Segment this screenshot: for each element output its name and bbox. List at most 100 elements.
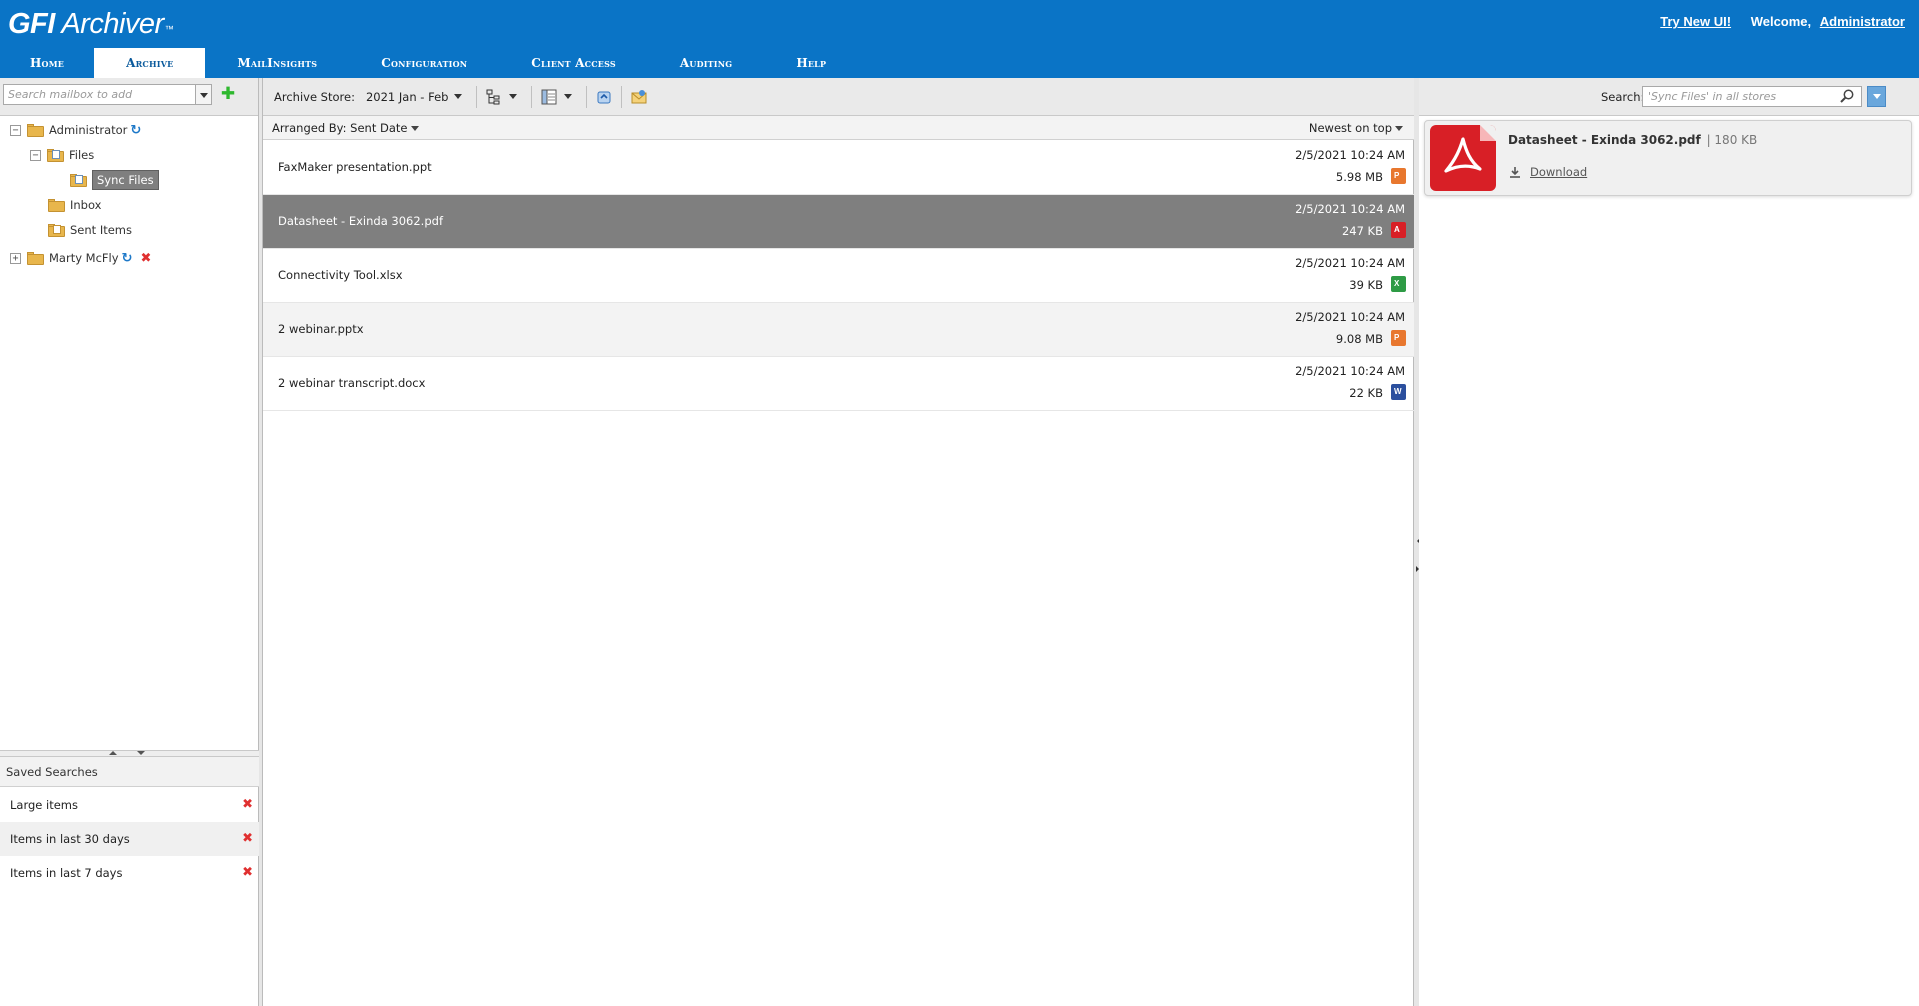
saved-search-item[interactable]: Items in last 7 days ✖ [0, 856, 259, 890]
tree-node-sync-files[interactable]: Sync Files [70, 170, 159, 190]
excel-icon: X [1391, 276, 1406, 292]
refresh-icon[interactable]: ↻ [130, 123, 141, 138]
pane-splitter[interactable] [0, 750, 259, 757]
word-icon: W [1391, 384, 1406, 400]
restore-icon[interactable] [595, 88, 613, 106]
add-mailbox-icon[interactable]: ✚ [220, 84, 236, 104]
chevron-down-icon [410, 126, 419, 135]
tab-help[interactable]: Help [764, 48, 858, 78]
tab-auditing[interactable]: Auditing [648, 48, 764, 78]
layout-dropdown-icon[interactable] [564, 94, 573, 103]
attachment-title: Datasheet - Exinda 3062.pdf | 180 KB [1508, 133, 1758, 147]
delete-icon[interactable]: ✖ [242, 822, 253, 856]
item-name: Datasheet - Exinda 3062.pdf [278, 214, 443, 228]
attachment-card: Datasheet - Exinda 3062.pdf | 180 KB Dow… [1424, 120, 1912, 196]
item-size: 39 KB [1349, 278, 1383, 292]
tree-node-marty[interactable]: + Marty McFly ↻ ✖ [10, 248, 151, 268]
app-header: GFI Archiver™ Try New UI! Welcome, Admin… [0, 0, 1919, 78]
list-item[interactable]: 2 webinar.pptx 2/5/2021 10:24 AM 9.08 MB… [263, 303, 1415, 357]
list-item[interactable]: 2 webinar transcript.docx 2/5/2021 10:24… [263, 357, 1415, 411]
tab-configuration[interactable]: Configuration [349, 48, 499, 78]
tree-label: Marty McFly [49, 251, 119, 265]
tree-node-files[interactable]: − Files [30, 145, 94, 165]
tree-view-icon[interactable] [485, 88, 503, 106]
main-nav: Home Archive MailInsights Configuration … [0, 48, 858, 78]
pdf-icon [1430, 125, 1496, 191]
folder-icon [27, 123, 44, 137]
search-toolbar: Search: 'Sync Files' in all stores [1419, 78, 1919, 116]
tree-label: Sent Items [70, 223, 132, 237]
refresh-icon[interactable]: ↻ [122, 251, 133, 266]
item-name: FaxMaker presentation.ppt [278, 160, 432, 174]
tree-label: Administrator [49, 123, 128, 137]
folder-icon [48, 198, 65, 212]
archive-store-dropdown-icon[interactable] [454, 94, 463, 103]
export-mail-icon[interactable] [630, 88, 648, 106]
sort-order-dropdown[interactable]: Newest on top [1309, 116, 1403, 140]
folder-icon [48, 223, 65, 237]
tree-node-inbox[interactable]: Inbox [48, 195, 101, 215]
tab-mailinsights[interactable]: MailInsights [205, 48, 349, 78]
tab-client-access[interactable]: Client Access [499, 48, 648, 78]
user-area: Try New UI! Welcome, Administrator [1660, 14, 1905, 29]
tree-view-dropdown-icon[interactable] [509, 94, 518, 103]
item-date: 2/5/2021 10:24 AM [1295, 148, 1405, 162]
chevron-down-icon [1395, 126, 1403, 135]
tree-node-administrator[interactable]: − Administrator ↻ [10, 120, 141, 140]
expand-icon[interactable]: + [10, 252, 21, 264]
mailbox-search-bar: Search mailbox to add ✚ [0, 78, 258, 116]
collapse-icon[interactable]: − [10, 124, 21, 136]
item-name: 2 webinar transcript.docx [278, 376, 426, 390]
item-size: 247 KB [1341, 224, 1383, 238]
list-item[interactable]: Datasheet - Exinda 3062.pdf 2/5/2021 10:… [263, 195, 1415, 249]
item-size: 22 KB [1349, 386, 1383, 400]
ppt-icon: P [1391, 330, 1406, 346]
collapse-icon[interactable]: − [30, 149, 41, 161]
remove-mailbox-icon[interactable]: ✖ [140, 251, 151, 266]
try-new-ui-link[interactable]: Try New UI! [1660, 14, 1731, 29]
item-size: 5.98 MB [1335, 170, 1383, 184]
pdf-icon: A [1391, 222, 1406, 238]
item-name: 2 webinar.pptx [278, 322, 364, 336]
layout-icon[interactable] [540, 88, 558, 106]
search-label: Search: [1601, 90, 1645, 104]
tree-label: Files [69, 148, 95, 162]
tree-label: Sync Files [92, 170, 159, 190]
saved-search-label: Items in last 30 days [10, 832, 130, 846]
search-icon[interactable] [1839, 88, 1855, 104]
archive-store-select[interactable]: 2021 Jan - Feb [366, 90, 448, 104]
tree-label: Inbox [70, 198, 102, 212]
folder-icon [47, 148, 64, 162]
ppt-icon: P [1391, 168, 1406, 184]
tab-home[interactable]: Home [0, 48, 94, 78]
item-date: 2/5/2021 10:24 AM [1295, 202, 1405, 216]
list-item[interactable]: Connectivity Tool.xlsx 2/5/2021 10:24 AM… [263, 249, 1415, 303]
saved-search-item[interactable]: Large items ✖ [0, 788, 259, 822]
item-date: 2/5/2021 10:24 AM [1295, 310, 1405, 324]
search-options-dropdown[interactable] [1867, 86, 1886, 107]
delete-icon[interactable]: ✖ [242, 856, 253, 890]
tree-node-sent-items[interactable]: Sent Items [48, 220, 132, 240]
folder-icon [70, 173, 87, 187]
saved-search-label: Items in last 7 days [10, 866, 123, 880]
preview-pane: Search: 'Sync Files' in all stores Datas… [1419, 78, 1919, 1006]
download-link[interactable]: Download [1508, 165, 1587, 179]
list-item[interactable]: FaxMaker presentation.ppt 2/5/2021 10:24… [263, 141, 1415, 195]
tab-archive[interactable]: Archive [94, 48, 206, 78]
mailbox-search-input[interactable]: Search mailbox to add [3, 84, 196, 105]
user-link[interactable]: Administrator [1820, 14, 1905, 29]
download-icon [1510, 167, 1520, 178]
mailbox-pane: Search mailbox to add ✚ − Administrator … [0, 78, 259, 1006]
saved-searches-title: Saved Searches [0, 757, 259, 787]
delete-icon[interactable]: ✖ [242, 788, 253, 822]
arrange-by-dropdown[interactable]: Arranged By: Sent Date [272, 116, 419, 140]
search-input[interactable]: 'Sync Files' in all stores [1642, 86, 1862, 107]
saved-search-item[interactable]: Items in last 30 days ✖ [0, 822, 259, 856]
archive-toolbar: Archive Store: 2021 Jan - Feb [263, 78, 1415, 116]
welcome-text: Welcome, [1750, 14, 1812, 29]
mailbox-search-dropdown[interactable] [196, 84, 212, 105]
attachment-size: 180 KB [1714, 133, 1758, 147]
saved-search-label: Large items [10, 798, 78, 812]
gfi-archiver-logo: GFI Archiver™ [8, 8, 174, 40]
item-list-pane: Archive Store: 2021 Jan - Feb Arranged B… [262, 78, 1415, 1006]
